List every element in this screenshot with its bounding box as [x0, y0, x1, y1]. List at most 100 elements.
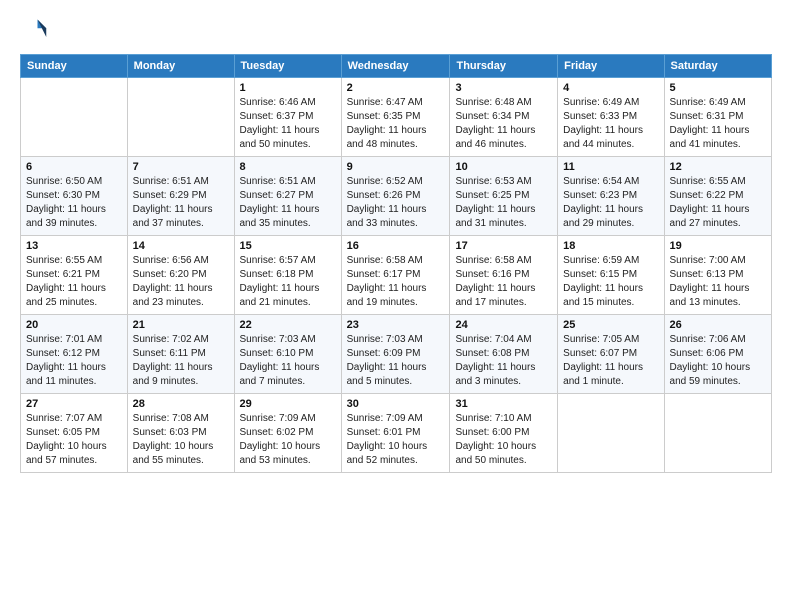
day-info: Sunrise: 7:03 AM Sunset: 6:09 PM Dayligh… [347, 333, 445, 389]
day-info: Sunrise: 7:05 AM Sunset: 6:07 PM Dayligh… [563, 333, 658, 389]
day-number: 21 [133, 319, 229, 331]
calendar-cell: 7Sunrise: 6:51 AM Sunset: 6:29 PM Daylig… [127, 157, 234, 236]
day-info: Sunrise: 6:53 AM Sunset: 6:25 PM Dayligh… [455, 175, 552, 231]
calendar-cell: 18Sunrise: 6:59 AM Sunset: 6:15 PM Dayli… [558, 236, 664, 315]
day-info: Sunrise: 6:50 AM Sunset: 6:30 PM Dayligh… [26, 175, 122, 231]
calendar-cell [21, 78, 128, 157]
calendar-cell: 11 Sunrise: 6:54 AM Sunset: 6:23 PM Dayli… [558, 157, 664, 236]
day-info: Sunrise: 6:48 AM Sunset: 6:34 PM Dayligh… [455, 96, 552, 152]
day-info: Sunrise: 6:54 AM Sunset: 6:23 PM Dayligh… [563, 175, 658, 231]
calendar-cell: 25 Sunrise: 7:05 AM Sunset: 6:07 PM Dayli… [558, 315, 664, 394]
day-number: 19 [670, 240, 766, 252]
calendar-cell [558, 394, 664, 473]
calendar-cell: 8 Sunrise: 6:51 AM Sunset: 6:27 PM Daylig… [234, 157, 341, 236]
calendar-cell: 21 Sunrise: 7:02 AM Sunset: 6:11 PM Dayli… [127, 315, 234, 394]
day-info: Sunrise: 7:07 AM Sunset: 6:05 PM Dayligh… [26, 412, 122, 468]
calendar-cell: 26 Sunrise: 7:06 AM Sunset: 6:06 PM Dayli… [664, 315, 771, 394]
day-info: Sunrise: 7:09 AM Sunset: 6:01 PM Dayligh… [347, 412, 445, 468]
day-number: 4 [563, 82, 658, 94]
logo [20, 16, 52, 44]
weekday-header: Friday [558, 55, 664, 78]
day-number: 8 [240, 161, 336, 173]
day-info: Sunrise: 6:56 AM Sunset: 6:20 PM Dayligh… [133, 254, 229, 310]
day-info: Sunrise: 6:51 AM Sunset: 6:27 PM Dayligh… [240, 175, 336, 231]
logo-icon [20, 16, 48, 44]
calendar-cell: 3 Sunrise: 6:48 AM Sunset: 6:34 PM Daylig… [450, 78, 558, 157]
day-number: 29 [240, 398, 336, 410]
calendar-week-row: 20 Sunrise: 7:01 AM Sunset: 6:12 PM Dayli… [21, 315, 772, 394]
calendar-cell: 16 Sunrise: 6:58 AM Sunset: 6:17 PM Dayli… [341, 236, 450, 315]
day-info: Sunrise: 6:52 AM Sunset: 6:26 PM Dayligh… [347, 175, 445, 231]
day-number: 15 [240, 240, 336, 252]
calendar-cell: 2 Sunrise: 6:47 AM Sunset: 6:35 PM Daylig… [341, 78, 450, 157]
calendar-cell: 1Sunrise: 6:46 AM Sunset: 6:37 PM Daylig… [234, 78, 341, 157]
weekday-header: Thursday [450, 55, 558, 78]
day-info: Sunrise: 7:01 AM Sunset: 6:12 PM Dayligh… [26, 333, 122, 389]
day-number: 25 [563, 319, 658, 331]
day-info: Sunrise: 6:55 AM Sunset: 6:22 PM Dayligh… [670, 175, 766, 231]
header [20, 16, 772, 44]
calendar-cell [664, 394, 771, 473]
weekday-header: Saturday [664, 55, 771, 78]
day-info: Sunrise: 6:49 AM Sunset: 6:33 PM Dayligh… [563, 96, 658, 152]
day-info: Sunrise: 7:08 AM Sunset: 6:03 PM Dayligh… [133, 412, 229, 468]
calendar-week-row: 27 Sunrise: 7:07 AM Sunset: 6:05 PM Dayli… [21, 394, 772, 473]
weekday-header: Wednesday [341, 55, 450, 78]
weekday-header: Monday [127, 55, 234, 78]
calendar-cell: 15 Sunrise: 6:57 AM Sunset: 6:18 PM Dayli… [234, 236, 341, 315]
day-info: Sunrise: 6:57 AM Sunset: 6:18 PM Dayligh… [240, 254, 336, 310]
weekday-header: Tuesday [234, 55, 341, 78]
day-number: 28 [133, 398, 229, 410]
day-info: Sunrise: 7:02 AM Sunset: 6:11 PM Dayligh… [133, 333, 229, 389]
day-info: Sunrise: 7:10 AM Sunset: 6:00 PM Dayligh… [455, 412, 552, 468]
calendar-cell: 30Sunrise: 7:09 AM Sunset: 6:01 PM Dayli… [341, 394, 450, 473]
day-info: Sunrise: 7:09 AM Sunset: 6:02 PM Dayligh… [240, 412, 336, 468]
calendar-week-row: 6 Sunrise: 6:50 AM Sunset: 6:30 PM Daylig… [21, 157, 772, 236]
calendar-cell: 20 Sunrise: 7:01 AM Sunset: 6:12 PM Dayli… [21, 315, 128, 394]
calendar-cell: 13Sunrise: 6:55 AM Sunset: 6:21 PM Dayli… [21, 236, 128, 315]
day-number: 26 [670, 319, 766, 331]
day-info: Sunrise: 6:47 AM Sunset: 6:35 PM Dayligh… [347, 96, 445, 152]
calendar-cell: 27 Sunrise: 7:07 AM Sunset: 6:05 PM Dayli… [21, 394, 128, 473]
page: SundayMondayTuesdayWednesdayThursdayFrid… [0, 0, 792, 612]
day-number: 3 [455, 82, 552, 94]
calendar-cell: 24Sunrise: 7:04 AM Sunset: 6:08 PM Dayli… [450, 315, 558, 394]
calendar-cell: 6 Sunrise: 6:50 AM Sunset: 6:30 PM Daylig… [21, 157, 128, 236]
day-number: 20 [26, 319, 122, 331]
day-number: 11 [563, 161, 658, 173]
calendar-cell: 19Sunrise: 7:00 AM Sunset: 6:13 PM Dayli… [664, 236, 771, 315]
day-info: Sunrise: 6:49 AM Sunset: 6:31 PM Dayligh… [670, 96, 766, 152]
calendar-cell [127, 78, 234, 157]
day-number: 7 [133, 161, 229, 173]
calendar-cell: 4 Sunrise: 6:49 AM Sunset: 6:33 PM Daylig… [558, 78, 664, 157]
calendar-cell: 29 Sunrise: 7:09 AM Sunset: 6:02 PM Dayli… [234, 394, 341, 473]
calendar-header-row: SundayMondayTuesdayWednesdayThursdayFrid… [21, 55, 772, 78]
calendar-week-row: 13Sunrise: 6:55 AM Sunset: 6:21 PM Dayli… [21, 236, 772, 315]
day-number: 5 [670, 82, 766, 94]
day-info: Sunrise: 6:59 AM Sunset: 6:15 PM Dayligh… [563, 254, 658, 310]
day-number: 31 [455, 398, 552, 410]
day-number: 16 [347, 240, 445, 252]
calendar: SundayMondayTuesdayWednesdayThursdayFrid… [20, 54, 772, 473]
calendar-week-row: 1Sunrise: 6:46 AM Sunset: 6:37 PM Daylig… [21, 78, 772, 157]
day-number: 14 [133, 240, 229, 252]
day-info: Sunrise: 7:06 AM Sunset: 6:06 PM Dayligh… [670, 333, 766, 389]
calendar-cell: 14 Sunrise: 6:56 AM Sunset: 6:20 PM Dayli… [127, 236, 234, 315]
calendar-cell: 12Sunrise: 6:55 AM Sunset: 6:22 PM Dayli… [664, 157, 771, 236]
calendar-cell: 17Sunrise: 6:58 AM Sunset: 6:16 PM Dayli… [450, 236, 558, 315]
day-number: 9 [347, 161, 445, 173]
calendar-cell: 23 Sunrise: 7:03 AM Sunset: 6:09 PM Dayli… [341, 315, 450, 394]
day-number: 10 [455, 161, 552, 173]
day-number: 6 [26, 161, 122, 173]
day-number: 1 [240, 82, 336, 94]
weekday-header: Sunday [21, 55, 128, 78]
day-number: 17 [455, 240, 552, 252]
day-number: 23 [347, 319, 445, 331]
day-number: 27 [26, 398, 122, 410]
day-info: Sunrise: 7:03 AM Sunset: 6:10 PM Dayligh… [240, 333, 336, 389]
day-number: 2 [347, 82, 445, 94]
calendar-cell: 28 Sunrise: 7:08 AM Sunset: 6:03 PM Dayli… [127, 394, 234, 473]
day-info: Sunrise: 6:58 AM Sunset: 6:17 PM Dayligh… [347, 254, 445, 310]
calendar-cell: 22Sunrise: 7:03 AM Sunset: 6:10 PM Dayli… [234, 315, 341, 394]
calendar-cell: 31 Sunrise: 7:10 AM Sunset: 6:00 PM Dayli… [450, 394, 558, 473]
